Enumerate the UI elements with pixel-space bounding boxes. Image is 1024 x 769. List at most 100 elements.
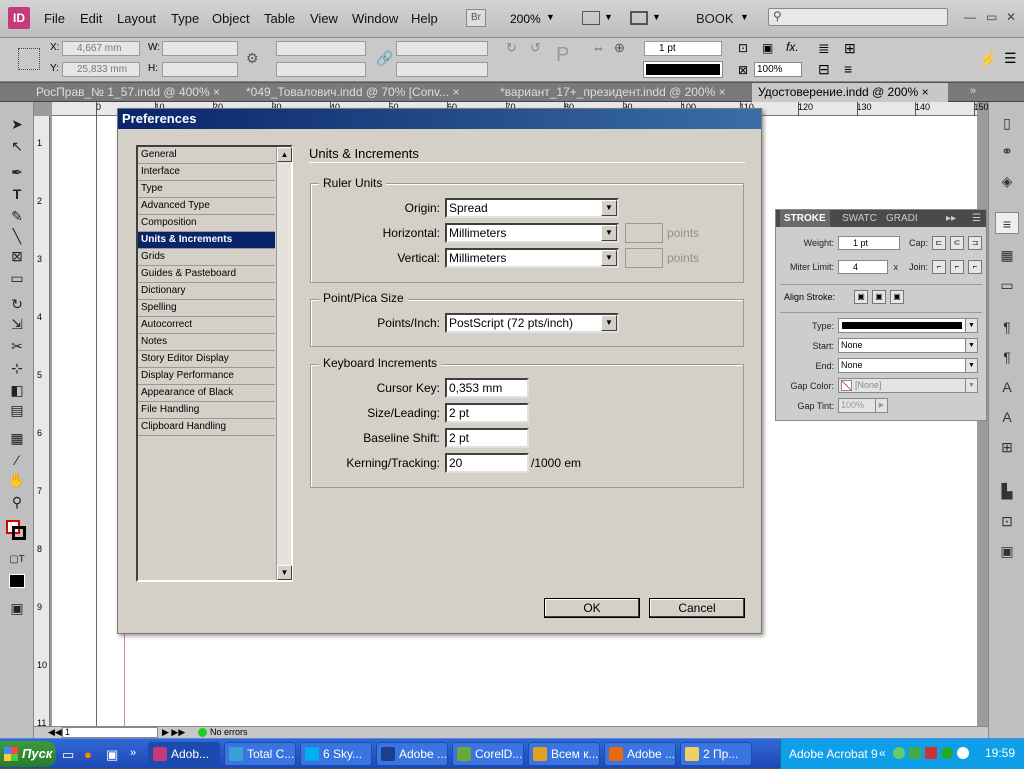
grid-icon[interactable]: ≡: [844, 61, 852, 77]
character-icon[interactable]: A: [995, 406, 1019, 428]
close-icon[interactable]: ✕: [1006, 10, 1016, 24]
transform-icon[interactable]: ⊡: [995, 510, 1019, 532]
bevel-join-icon[interactable]: ⌐: [968, 260, 982, 274]
menu-type[interactable]: Type: [171, 11, 199, 26]
zoom-level[interactable]: 200%: [510, 12, 541, 26]
width-field[interactable]: [162, 41, 238, 56]
gap-tint-field[interactable]: 100% ▶: [838, 398, 888, 413]
category-item[interactable]: Type: [138, 181, 275, 198]
category-item[interactable]: Advanced Type: [138, 198, 275, 215]
rectangle-tool-icon[interactable]: ▭: [5, 268, 29, 288]
close-icon[interactable]: ×: [213, 85, 220, 99]
page-number-field[interactable]: 1: [62, 727, 158, 738]
panel-menu-icon[interactable]: ☰: [1004, 50, 1017, 67]
tab-udostoverenie[interactable]: Удостоверение.indd @ 200% ×: [752, 83, 948, 102]
quicklaunch-opera-icon[interactable]: ●: [84, 747, 92, 762]
scale-tool-icon[interactable]: ⇲: [5, 314, 29, 334]
fit-icon[interactable]: ⊡: [738, 41, 748, 55]
text-wrap-icon[interactable]: ⊞: [995, 436, 1019, 458]
paragraph-icon[interactable]: ¶: [995, 346, 1019, 368]
tray-network-icon[interactable]: [909, 747, 921, 759]
note-tool-icon[interactable]: ▦: [5, 428, 29, 448]
swatches-icon[interactable]: ▦: [995, 244, 1019, 266]
round-join-icon[interactable]: ⌐: [950, 260, 964, 274]
effects-icon[interactable]: fx.: [786, 40, 799, 54]
menu-table[interactable]: Table: [264, 11, 295, 26]
taskbar-task-button[interactable]: CorelD...: [452, 742, 524, 766]
reference-point-icon[interactable]: [18, 48, 40, 70]
start-button[interactable]: Пуск: [0, 741, 56, 767]
vertical-units-dropdown[interactable]: Millimeters ▼: [445, 248, 619, 268]
taskbar-task-button[interactable]: Adobe ...: [604, 742, 676, 766]
stroke-swatch-icon[interactable]: [12, 526, 26, 540]
character-styles-icon[interactable]: A: [995, 376, 1019, 398]
link-icon[interactable]: 🔗: [376, 50, 393, 67]
tab-swatches[interactable]: SWATC: [842, 210, 877, 227]
vertical-ruler[interactable]: 1 2 3 4 5 6 7 8 9 10 11: [34, 116, 50, 728]
quicklaunch-more-icon[interactable]: »: [130, 747, 136, 759]
stroke-type-dropdown[interactable]: ▼: [838, 318, 978, 333]
menu-layout[interactable]: Layout: [117, 11, 156, 26]
end-dropdown[interactable]: None ▼: [838, 358, 978, 373]
paragraph-styles-icon[interactable]: ¶: [995, 316, 1019, 338]
screen-mode-icon[interactable]: [630, 11, 648, 25]
view-options-icon[interactable]: [582, 11, 600, 25]
category-item[interactable]: Clipboard Handling: [138, 419, 275, 436]
type-tool-icon[interactable]: T: [5, 184, 29, 204]
zoom-dropdown-icon[interactable]: ▼: [546, 12, 555, 22]
shadow-icon[interactable]: ▣: [762, 41, 773, 55]
tray-flag-icon[interactable]: [925, 747, 937, 759]
category-item[interactable]: Autocorrect: [138, 317, 275, 334]
category-item[interactable]: Appearance of Black: [138, 385, 275, 402]
tab-tovalovich[interactable]: *049_Товалович.indd @ 70% [Conv... ×: [240, 83, 490, 102]
horizontal-units-dropdown[interactable]: Millimeters ▼: [445, 223, 619, 243]
cursor-key-input[interactable]: 0,353 mm: [445, 378, 529, 398]
info-icon[interactable]: ▣: [995, 540, 1019, 562]
taskbar-task-button[interactable]: Всем к...: [528, 742, 600, 766]
miter-join-icon[interactable]: ⌐: [932, 260, 946, 274]
round-cap-icon[interactable]: ⊂: [950, 236, 964, 250]
shear-field[interactable]: [396, 62, 488, 77]
pencil-tool-icon[interactable]: ✎: [5, 206, 29, 226]
panel-menu-icon[interactable]: ☰: [972, 210, 981, 227]
distribute-icon[interactable]: ⊟: [818, 61, 830, 78]
gradient-feather-tool-icon[interactable]: ▤: [5, 400, 29, 420]
category-item[interactable]: File Handling: [138, 402, 275, 419]
taskbar-task-button[interactable]: Adobe ...: [376, 742, 448, 766]
chevron-down-icon[interactable]: ▼: [604, 12, 613, 22]
category-scrollbar[interactable]: ▲ ▼: [276, 147, 292, 580]
line-tool-icon[interactable]: ╲: [5, 226, 29, 246]
more-tabs-icon[interactable]: »: [970, 85, 976, 97]
weight-field[interactable]: 1 pt: [838, 236, 900, 250]
category-item[interactable]: Units & Increments: [138, 232, 275, 249]
tray-search-icon[interactable]: [957, 747, 969, 759]
formatting-affects-icon[interactable]: ▢T: [5, 550, 29, 570]
category-item[interactable]: Composition: [138, 215, 275, 232]
taskbar-task-button[interactable]: Total C...: [224, 742, 296, 766]
free-transform-tool-icon[interactable]: ⊹: [5, 358, 29, 378]
links-icon[interactable]: ⚭: [995, 140, 1019, 162]
hand-tool-icon[interactable]: ✋: [5, 470, 29, 490]
pen-tool-icon[interactable]: ✒: [5, 162, 29, 182]
gradient-tool-icon[interactable]: ◧: [5, 380, 29, 400]
next-page-icon[interactable]: ▶ ▶▶: [162, 727, 185, 738]
stroke-type-selector[interactable]: [643, 61, 723, 78]
zoom-tool-icon[interactable]: ⚲: [5, 492, 29, 512]
taskbar-task-button[interactable]: 2 Пр...: [680, 742, 752, 766]
eyedropper-tool-icon[interactable]: ⁄: [5, 450, 29, 470]
menu-object[interactable]: Object: [212, 11, 250, 26]
rectangle-frame-tool-icon[interactable]: ⊠: [5, 246, 29, 266]
category-item[interactable]: Spelling: [138, 300, 275, 317]
lightning-icon[interactable]: ⚡: [978, 50, 998, 70]
text-wrap-icon[interactable]: ⊞: [844, 40, 856, 57]
size-leading-input[interactable]: 2 pt: [445, 403, 529, 423]
select-container-icon[interactable]: ⊕: [614, 40, 625, 56]
quicklaunch-save-icon[interactable]: ▣: [106, 747, 118, 763]
tab-rosprav[interactable]: РосПрав_№ 1_57.indd @ 400% ×: [30, 83, 236, 102]
first-page-icon[interactable]: ◀◀: [48, 727, 62, 738]
panel-expand-icon[interactable]: ▸▸: [946, 210, 956, 227]
taskbar-task-button[interactable]: Adob...: [148, 742, 220, 766]
align-inside-icon[interactable]: ▣: [872, 290, 886, 304]
layers-icon[interactable]: ◈: [995, 170, 1019, 192]
gap-color-dropdown[interactable]: [None] ▼: [838, 378, 978, 393]
